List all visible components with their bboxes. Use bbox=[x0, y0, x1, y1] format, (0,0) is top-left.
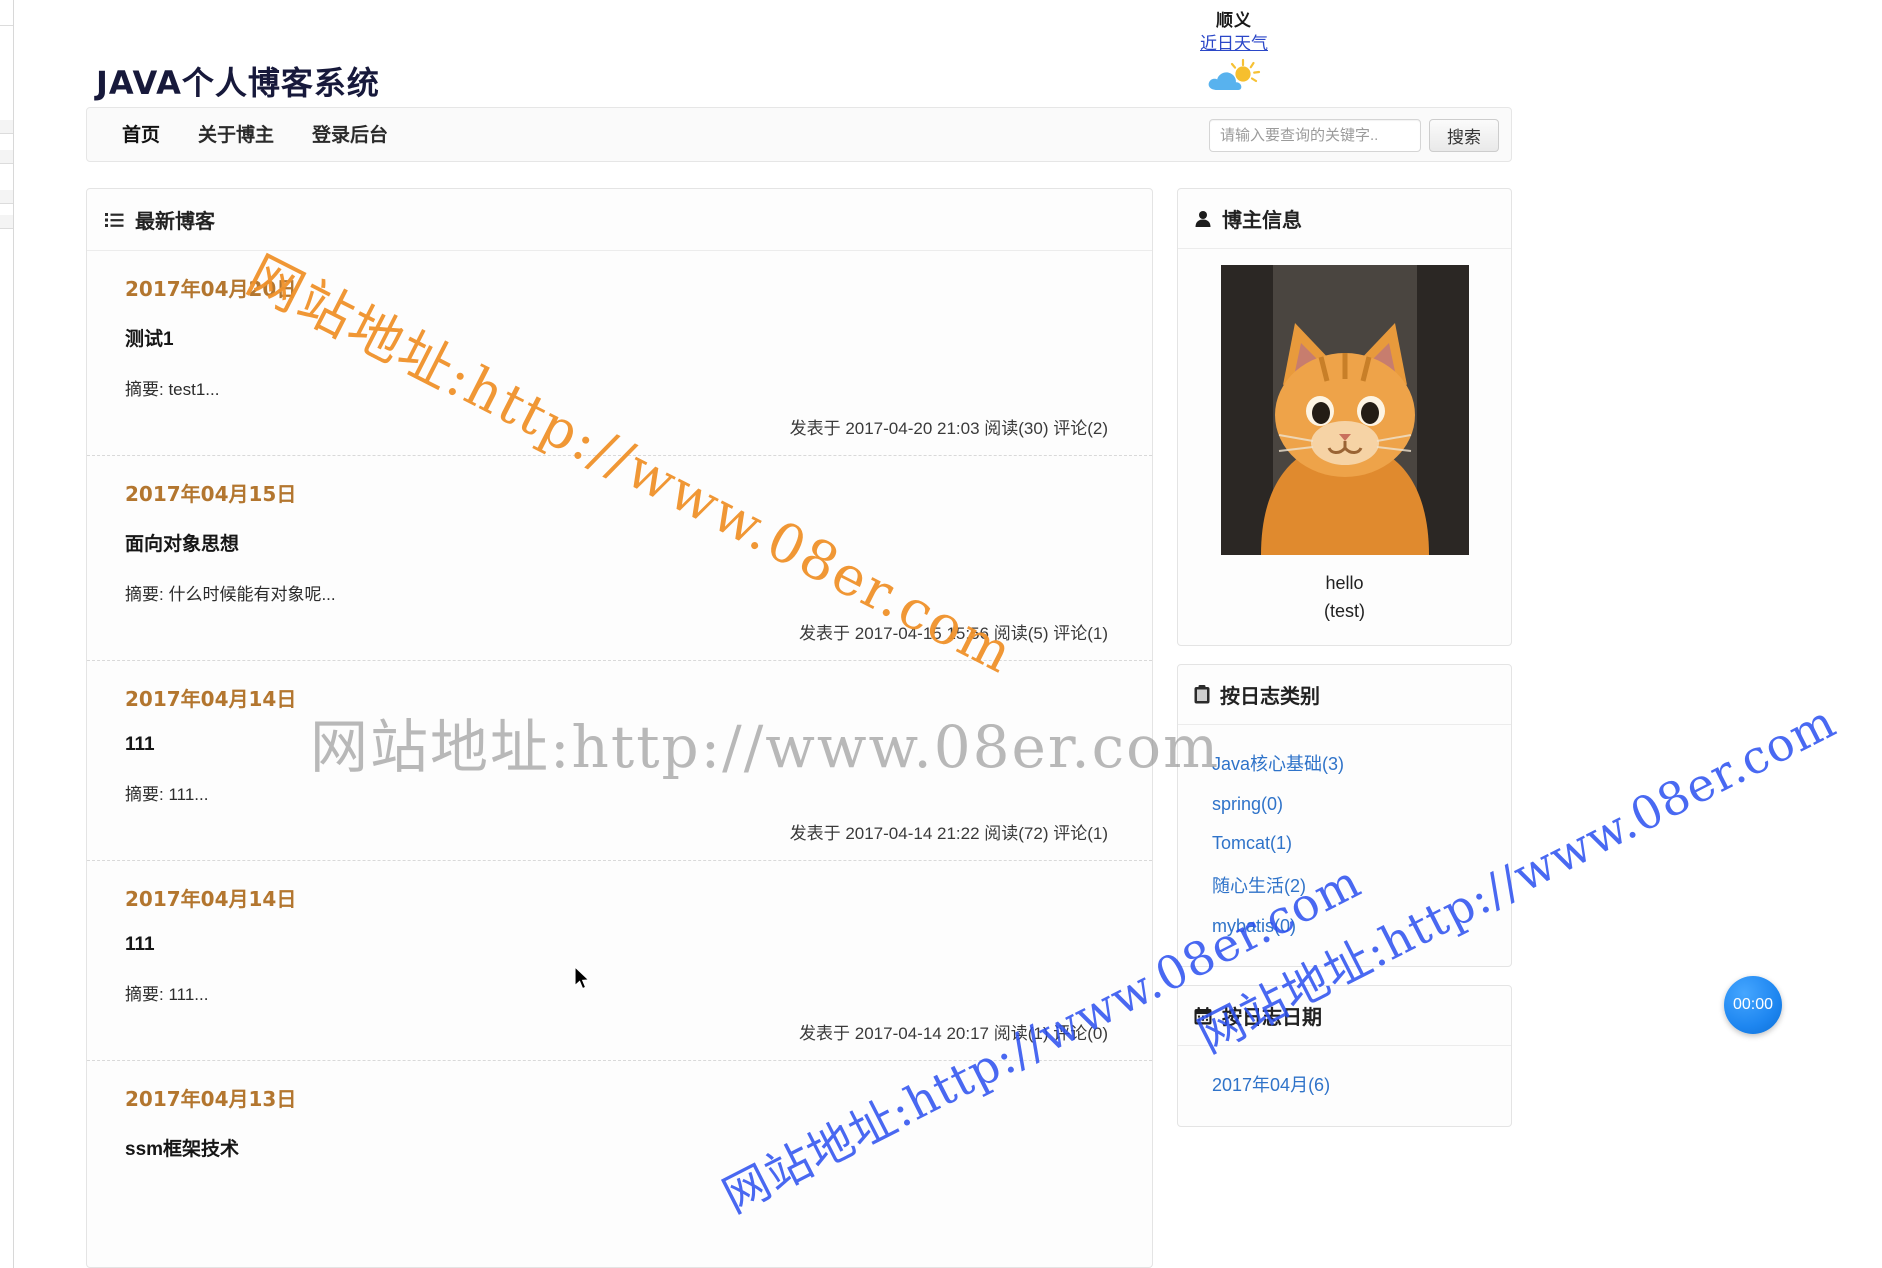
category-list: Java核心基础(3) spring(0) Tomcat(1) 随心生活(2) … bbox=[1196, 741, 1493, 946]
post-title[interactable]: 测试1 bbox=[125, 324, 1114, 351]
site-logo[interactable]: JAVA个人博客系统 bbox=[96, 58, 380, 104]
blogger-username: (test) bbox=[1323, 601, 1365, 621]
archive-link[interactable]: 2017年04月(6) bbox=[1212, 1075, 1330, 1095]
post-title[interactable]: 111 bbox=[125, 934, 1114, 956]
categories-body: Java核心基础(3) spring(0) Tomcat(1) 随心生活(2) … bbox=[1178, 725, 1511, 966]
blogger-info-body: hello (test) bbox=[1178, 249, 1511, 645]
avatar bbox=[1220, 265, 1469, 555]
post-summary: 摘要: test1... bbox=[125, 380, 220, 399]
category-link[interactable]: Tomcat(1) bbox=[1212, 833, 1292, 853]
list-item[interactable]: spring(0) bbox=[1196, 785, 1493, 824]
post-item[interactable]: 2017年04月15日 面向对象思想 摘要: 什么时候能有对象呢... 发表于 … bbox=[87, 456, 1152, 661]
post-date: 2017年04月14日 bbox=[125, 687, 297, 711]
post-item[interactable]: 2017年04月13日 ssm框架技术 bbox=[87, 1061, 1152, 1201]
post-title[interactable]: 111 bbox=[125, 734, 1114, 756]
post-summary: 摘要: 什么时候能有对象呢... bbox=[125, 585, 336, 604]
post-meta: 发表于 2017-04-20 21:03 阅读(30) 评论(2) bbox=[789, 419, 1108, 438]
post-meta: 发表于 2017-04-15 15:56 阅读(5) 评论(1) bbox=[799, 624, 1108, 643]
category-link[interactable]: 随心生活(2) bbox=[1212, 876, 1306, 896]
page-root: 顺义 近日天气 JAVA个人博客系统 首页 关于博主 登录后台 请输入要查询的关… bbox=[0, 0, 1882, 1268]
category-link[interactable]: spring(0) bbox=[1212, 794, 1283, 814]
list-item[interactable]: 随心生活(2) bbox=[1196, 863, 1493, 907]
sidebar: 博主信息 hello (test) 按日志类别 Java核心基础(3) spri… bbox=[1177, 188, 1512, 1145]
post-title[interactable]: ssm框架技术 bbox=[125, 1134, 1114, 1161]
nav-item-about[interactable]: 关于博主 bbox=[179, 108, 293, 163]
timer-badge[interactable]: 00:00 bbox=[1724, 976, 1782, 1034]
post-date: 2017年04月13日 bbox=[125, 1087, 297, 1111]
weather-widget[interactable]: 顺义 近日天气 bbox=[1174, 10, 1294, 92]
chrome-segment bbox=[0, 120, 13, 134]
blogger-info-card: 博主信息 hello (test) bbox=[1177, 188, 1512, 646]
sun-behind-cloud-icon bbox=[1174, 58, 1294, 92]
post-date: 2017年04月15日 bbox=[125, 482, 297, 506]
archive-header: 按日志日期 bbox=[1178, 986, 1511, 1046]
clipboard-icon bbox=[1194, 685, 1210, 704]
archive-list: 2017年04月(6) bbox=[1196, 1062, 1493, 1106]
weather-link[interactable]: 近日天气 bbox=[1174, 32, 1294, 56]
chrome-segment bbox=[0, 150, 13, 164]
post-date: 2017年04月20日 bbox=[125, 277, 297, 301]
blogger-info-header: 博主信息 bbox=[1178, 189, 1511, 249]
chrome-segment bbox=[0, 190, 13, 204]
archive-title: 按日志日期 bbox=[1222, 1007, 1322, 1029]
blogger-name: hello bbox=[1325, 573, 1364, 593]
nav-item-list: 首页 关于博主 登录后台 bbox=[103, 108, 407, 163]
nav-item-login[interactable]: 登录后台 bbox=[293, 108, 407, 163]
categories-card: 按日志类别 Java核心基础(3) spring(0) Tomcat(1) 随心… bbox=[1177, 664, 1512, 967]
search-area: 搜索 bbox=[1209, 119, 1499, 152]
main-navbar: 首页 关于博主 登录后台 搜索 bbox=[86, 107, 1512, 162]
post-summary: 摘要: 111... bbox=[125, 985, 209, 1004]
archive-card: 按日志日期 2017年04月(6) bbox=[1177, 985, 1512, 1127]
list-item[interactable]: Tomcat(1) bbox=[1196, 824, 1493, 863]
search-button[interactable]: 搜索 bbox=[1429, 119, 1499, 152]
latest-posts-panel: 最新博客 2017年04月20日 测试1 摘要: test1... 发表于 20… bbox=[86, 188, 1153, 1268]
list-item[interactable]: mybatis(0) bbox=[1196, 907, 1493, 946]
weather-city: 顺义 bbox=[1216, 11, 1252, 30]
latest-posts-title: 最新博客 bbox=[135, 211, 215, 233]
list-item[interactable]: Java核心基础(3) bbox=[1196, 741, 1493, 785]
category-link[interactable]: mybatis(0) bbox=[1212, 916, 1296, 936]
post-date: 2017年04月14日 bbox=[125, 887, 297, 911]
post-item[interactable]: 2017年04月20日 测试1 摘要: test1... 发表于 2017-04… bbox=[87, 251, 1152, 456]
post-title[interactable]: 面向对象思想 bbox=[125, 529, 1114, 556]
post-summary: 摘要: 111... bbox=[125, 785, 209, 804]
page-wrapper: 顺义 近日天气 JAVA个人博客系统 首页 关于博主 登录后台 请输入要查询的关… bbox=[14, 0, 1882, 1268]
chrome-segment bbox=[0, 215, 13, 229]
user-icon bbox=[1194, 210, 1212, 228]
post-meta: 发表于 2017-04-14 20:17 阅读(1) 评论(0) bbox=[799, 1024, 1108, 1043]
category-link[interactable]: Java核心基础(3) bbox=[1212, 754, 1344, 774]
categories-header: 按日志类别 bbox=[1178, 665, 1511, 725]
list-icon bbox=[105, 212, 125, 228]
post-item[interactable]: 2017年04月14日 111 摘要: 111... 发表于 2017-04-1… bbox=[87, 661, 1152, 861]
post-item[interactable]: 2017年04月14日 111 摘要: 111... 发表于 2017-04-1… bbox=[87, 861, 1152, 1061]
list-item[interactable]: 2017年04月(6) bbox=[1196, 1062, 1493, 1106]
calendar-icon bbox=[1194, 1006, 1212, 1025]
post-meta: 发表于 2017-04-14 21:22 阅读(72) 评论(1) bbox=[789, 824, 1108, 843]
nav-item-home[interactable]: 首页 bbox=[103, 108, 179, 163]
latest-posts-header: 最新博客 bbox=[87, 189, 1152, 251]
chrome-segment bbox=[0, 0, 13, 26]
categories-title: 按日志类别 bbox=[1220, 686, 1320, 708]
blogger-info-title: 博主信息 bbox=[1222, 210, 1302, 232]
browser-chrome-strip bbox=[0, 0, 14, 1268]
search-input[interactable] bbox=[1209, 119, 1421, 152]
site-header: JAVA个人博客系统 bbox=[86, 44, 1512, 112]
archive-body: 2017年04月(6) bbox=[1178, 1046, 1511, 1126]
